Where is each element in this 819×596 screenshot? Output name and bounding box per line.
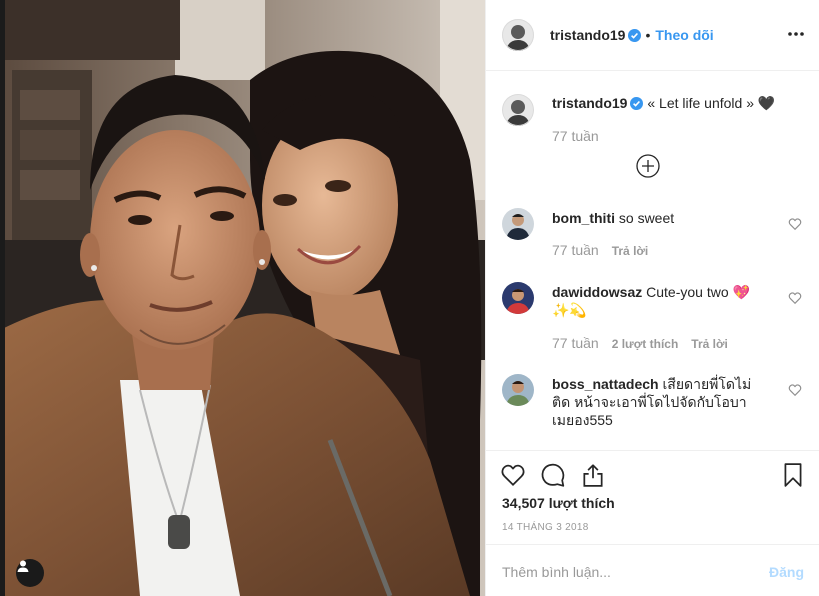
comment-input[interactable]: [502, 564, 742, 580]
avatar-image: [502, 282, 534, 314]
comment-item: boss_nattadech เสียดายพี่โดไม่ติด หน้าจะ…: [502, 374, 802, 450]
author-username[interactable]: tristando19: [550, 27, 625, 43]
post-actions: 34,507 lượt thích 14 THÁNG 3 2018: [486, 450, 819, 544]
comment-time[interactable]: 77 tuần: [552, 242, 599, 258]
comment-body: bom_thiti so sweet: [552, 209, 782, 227]
comment-avatar[interactable]: [502, 208, 534, 240]
avatar-image: [502, 94, 534, 126]
post-comment-button[interactable]: Đăng: [769, 564, 804, 580]
verified-badge-icon: [630, 97, 644, 110]
reply-button[interactable]: Trả lời: [612, 244, 649, 258]
comment-meta: 77 tuần Trả lời: [552, 242, 648, 258]
reply-button[interactable]: Trả lời: [691, 337, 728, 351]
comment-bubble-icon[interactable]: [540, 462, 566, 488]
avatar-image: [502, 19, 534, 51]
verified-badge-icon: [628, 29, 642, 42]
comment-composer: Đăng: [486, 544, 819, 596]
author-avatar[interactable]: [502, 19, 534, 51]
more-options-icon[interactable]: [786, 26, 806, 42]
post-date[interactable]: 14 THÁNG 3 2018: [502, 522, 589, 533]
post-header: tristando19 • Theo dõi: [486, 0, 819, 71]
likes-count[interactable]: 34,507 lượt thích: [502, 495, 615, 511]
comment-item: dawiddowsaz Cute-you two 💖 ✨💫 77 tuần 2 l…: [502, 282, 802, 357]
comment-avatar[interactable]: [502, 374, 534, 406]
header-identity: tristando19 • Theo dõi: [550, 27, 714, 45]
comment-text: so sweet: [618, 210, 675, 226]
follow-button[interactable]: Theo dõi: [655, 27, 713, 43]
comment-avatar[interactable]: [502, 282, 534, 314]
comment-like-count[interactable]: 2 lượt thích: [612, 337, 679, 351]
share-icon[interactable]: [580, 462, 606, 488]
user-tag-button[interactable]: [16, 559, 44, 587]
comment-body: boss_nattadech เสียดายพี่โดไม่ติด หน้าจะ…: [552, 375, 767, 429]
avatar-image: [502, 208, 534, 240]
selfie-image: [0, 0, 485, 596]
caption-username[interactable]: tristando19: [552, 95, 627, 111]
avatar-image: [502, 374, 534, 406]
post-side-panel: tristando19 • Theo dõi tristando19 « Let l…: [485, 0, 819, 596]
caption-time[interactable]: 77 tuần: [552, 128, 599, 144]
bookmark-icon[interactable]: [780, 462, 806, 488]
comment-username[interactable]: dawiddowsaz: [552, 284, 642, 300]
caption-avatar[interactable]: [502, 94, 534, 126]
plus-circle-icon[interactable]: [636, 154, 660, 178]
comment-time[interactable]: 77 tuần: [552, 335, 599, 351]
caption-body: tristando19 « Let life unfold » 🖤: [552, 94, 802, 112]
comment-meta: 77 tuần 2 lượt thích Trả lời: [552, 335, 728, 351]
caption-text: « Let life unfold » 🖤: [647, 95, 776, 111]
separator-dot: •: [645, 27, 651, 43]
comment-like-icon[interactable]: [788, 217, 802, 231]
comment-body: dawiddowsaz Cute-you two 💖 ✨💫: [552, 283, 767, 319]
comment-item: bom_thiti so sweet 77 tuần Trả lời: [502, 208, 802, 268]
post-photo[interactable]: [0, 0, 485, 596]
comment-username[interactable]: bom_thiti: [552, 210, 615, 226]
comment-like-icon[interactable]: [788, 383, 802, 397]
user-tag-icon: [17, 560, 29, 572]
heart-icon[interactable]: [500, 462, 526, 488]
caption-meta: 77 tuần: [552, 128, 599, 144]
comment-username[interactable]: boss_nattadech: [552, 376, 659, 392]
comment-like-icon[interactable]: [788, 291, 802, 305]
comments-list[interactable]: tristando19 « Let life unfold » 🖤 77 tuầ…: [486, 72, 819, 450]
